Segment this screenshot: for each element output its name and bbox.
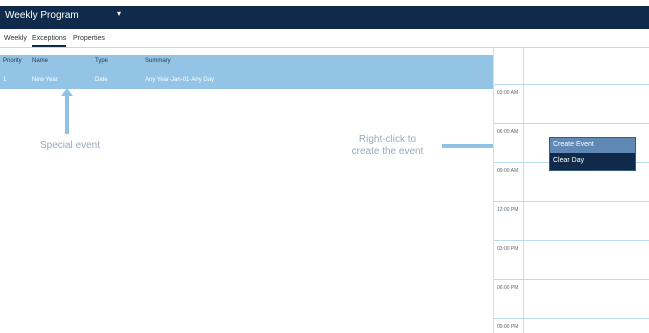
tab-exceptions[interactable]: Exceptions [32,35,67,47]
column-header-type[interactable]: Type [95,58,108,64]
app-header: Weekly Program ▾ [0,6,649,29]
tab-bar: Weekly Exceptions Properties [0,33,649,48]
exceptions-table: Priority Name Type Summary 1 New Year Da… [0,55,493,89]
tab-weekly[interactable]: Weekly [4,35,27,45]
time-label: 09:00 PM [497,324,519,330]
row-summary: Any Year-Jan-01-Any Day [145,77,215,83]
right-click-annotation-line2: create the event [351,146,424,157]
table-row[interactable]: 1 New Year Date Any Year-Jan-01-Any Day [0,75,493,85]
row-type: Date [95,77,108,83]
time-label: 03:00 AM [497,90,519,96]
time-label: 12:00 PM [497,207,519,213]
calendar-day-column-line [523,48,524,333]
column-header-priority[interactable]: Priority [3,58,22,64]
hour-gridline [494,279,649,280]
clear-day-menu-item[interactable]: Clear Day [550,154,635,169]
context-menu: Create Event Clear Day [549,137,636,171]
column-header-summary[interactable]: Summary [145,58,171,64]
tab-properties[interactable]: Properties [73,35,105,45]
hour-gridline [494,201,649,202]
time-label: 03:00 PM [497,246,519,252]
time-label: 06:00 AM [497,129,519,135]
hour-gridline [494,318,649,319]
row-priority: 1 [3,77,7,83]
create-event-label: Create Event [553,141,594,148]
time-label: 09:00 AM [497,168,519,174]
hour-gridline [494,84,649,85]
special-event-annotation: Special event [39,140,101,151]
column-header-name[interactable]: Name [32,58,48,64]
program-selector-label[interactable]: Weekly Program [5,10,79,21]
right-click-annotation-line1: Right-click to [358,134,417,145]
create-event-menu-item[interactable]: Create Event [550,138,635,153]
row-name: New Year [32,77,58,83]
chevron-down-icon[interactable]: ▾ [117,9,121,18]
arrow-up-icon [61,88,73,134]
hour-gridline [494,123,649,124]
time-label: 06:00 PM [497,285,519,291]
clear-day-label: Clear Day [553,157,585,164]
hour-gridline [494,240,649,241]
